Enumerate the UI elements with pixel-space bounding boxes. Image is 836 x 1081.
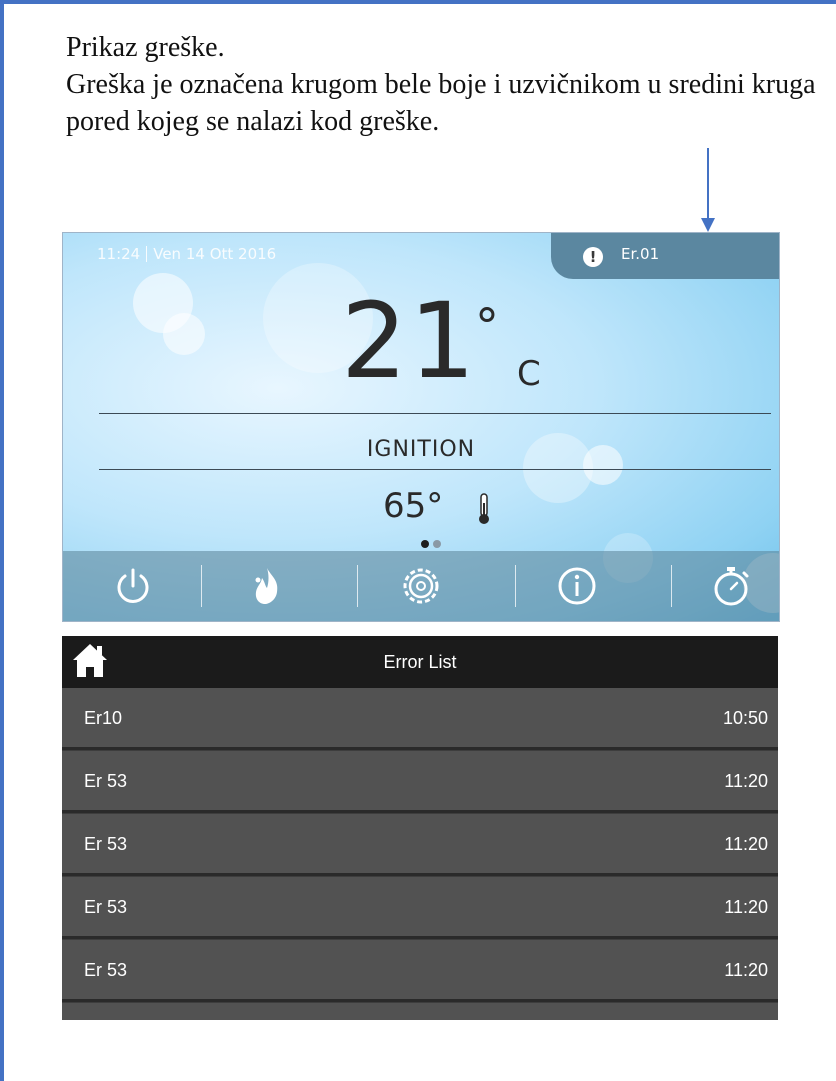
caption: Prikaz greške. Greška je označena krugom… xyxy=(66,30,816,141)
error-row-code: Er 53 xyxy=(84,897,128,917)
frame-top-border xyxy=(0,0,836,4)
error-row-empty xyxy=(62,1003,778,1020)
error-row[interactable]: Er 53 11:20 xyxy=(62,940,778,1002)
error-row-time: 11:20 xyxy=(724,771,768,791)
power-icon[interactable] xyxy=(111,564,155,608)
error-list-header: Error List xyxy=(62,636,778,688)
error-row-time: 11:20 xyxy=(724,897,768,917)
operating-state: IGNITION xyxy=(366,437,476,462)
thermometer-icon xyxy=(479,493,489,524)
error-indicator[interactable]: ! Er.01 xyxy=(551,233,779,279)
frame-left-border xyxy=(0,0,4,1081)
error-row-code: Er 53 xyxy=(84,834,128,854)
date-label: Ven 14 Ott 2016 xyxy=(153,245,277,263)
gear-icon[interactable] xyxy=(399,564,443,608)
error-row-time: 11:20 xyxy=(724,960,768,980)
flame-icon[interactable] xyxy=(245,564,289,608)
toolbar-separator xyxy=(671,565,672,607)
thermostat-display: 11:24 Ven 14 Ott 2016 ! Er.01 21 ° C IGNI… xyxy=(62,232,780,622)
toolbar-separator xyxy=(515,565,516,607)
error-row[interactable]: Er10 10:50 xyxy=(62,688,778,750)
stopwatch-icon[interactable] xyxy=(709,564,753,608)
clock-time: 11:24 xyxy=(97,245,141,263)
error-code: Er.01 xyxy=(621,245,660,263)
error-exclamation-icon: ! xyxy=(583,247,603,267)
pointer-arrow xyxy=(701,148,715,232)
info-icon[interactable] xyxy=(555,564,599,608)
page-indicator xyxy=(421,533,445,552)
page-dot-active[interactable] xyxy=(421,540,429,548)
error-row-code: Er 53 xyxy=(84,771,128,791)
degree-symbol: ° xyxy=(475,299,499,355)
error-row-time: 10:50 xyxy=(722,708,768,728)
caption-line-1: Prikaz greške. xyxy=(66,32,225,63)
divider-line xyxy=(99,469,771,470)
bokeh-decoration xyxy=(163,313,205,355)
water-temperature: 65° xyxy=(383,486,444,526)
error-row-code: Er10 xyxy=(84,708,123,728)
error-row[interactable]: Er 53 11:20 xyxy=(62,814,778,876)
error-row[interactable]: Er 53 11:20 xyxy=(62,877,778,939)
clock-date: 11:24 Ven 14 Ott 2016 xyxy=(97,245,276,263)
page-dot[interactable] xyxy=(433,540,441,548)
room-temperature: 21 xyxy=(341,280,478,402)
toolbar-separator xyxy=(357,565,358,607)
error-list-panel: Error List Er10 10:50 Er 53 11:20 Er 53 … xyxy=(62,636,778,1020)
divider-line xyxy=(99,413,771,414)
error-row-code: Er 53 xyxy=(84,960,128,980)
error-row-time: 11:20 xyxy=(724,834,768,854)
bottom-toolbar xyxy=(63,551,779,621)
error-list-title: Error List xyxy=(383,652,457,672)
toolbar-separator xyxy=(201,565,202,607)
caption-line-2: Greška je označena krugom bele boje i uz… xyxy=(66,68,816,137)
temperature-unit: C xyxy=(517,354,541,394)
error-row[interactable]: Er 53 11:20 xyxy=(62,751,778,813)
